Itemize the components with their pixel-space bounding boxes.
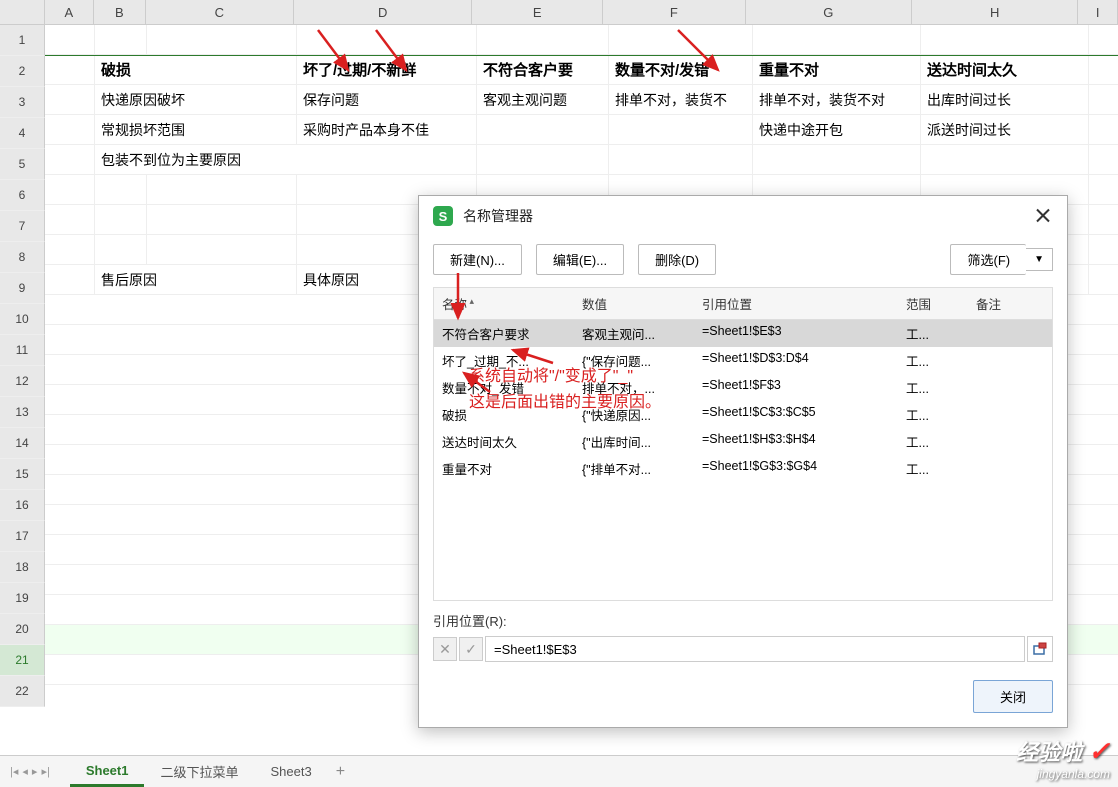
- ref-cancel-icon[interactable]: ✕: [433, 637, 457, 661]
- row-header-13[interactable]: 13: [0, 397, 45, 428]
- col-header-I[interactable]: I: [1078, 0, 1118, 24]
- sheet-tab-2[interactable]: 二级下拉菜单: [144, 756, 254, 787]
- sheet-tab-3[interactable]: Sheet3: [255, 758, 328, 785]
- sheet-tabs-bar: |◂ ◂ ▸ ▸| Sheet1 二级下拉菜单 Sheet3 +: [0, 755, 1118, 787]
- row-header-8[interactable]: 8: [0, 242, 45, 273]
- ref-confirm-icon[interactable]: ✓: [459, 637, 483, 661]
- cell-D2: 坏了/过期/不新鲜: [297, 56, 477, 84]
- cell-B4: 常规损坏范围: [95, 115, 297, 144]
- table-row[interactable]: 送达时间太久{"出库时间...=Sheet1!$H$3:$H$4工...: [434, 428, 1052, 455]
- dialog-title: 名称管理器: [463, 206, 1033, 226]
- row-header-7[interactable]: 7: [0, 211, 45, 242]
- cell-D4: 采购时产品本身不佳: [297, 115, 477, 144]
- table-row[interactable]: 破损{"快递原因...=Sheet1!$C$3:$C$5工...: [434, 401, 1052, 428]
- row-header-12[interactable]: 12: [0, 366, 45, 397]
- col-header-G[interactable]: G: [746, 0, 912, 24]
- th-scope[interactable]: 范围: [898, 288, 968, 319]
- cell-B5: 包装不到位为主要原因: [95, 145, 477, 174]
- cell-G3: 排单不对，装货不对: [753, 85, 921, 114]
- tab-nav: |◂ ◂ ▸ ▸|: [10, 765, 50, 778]
- cell-D3: 保存问题: [297, 85, 477, 114]
- col-header-H[interactable]: H: [912, 0, 1078, 24]
- cell-B9: 售后原因: [95, 265, 297, 294]
- col-header-A[interactable]: A: [45, 0, 95, 24]
- row-header-18[interactable]: 18: [0, 552, 45, 583]
- row-header-2[interactable]: 2: [0, 56, 45, 87]
- names-tbody: 不符合客户要求客观主观问...=Sheet1!$E$3工... 坏了_过期_不.…: [434, 320, 1052, 482]
- row-header-1[interactable]: 1: [0, 25, 45, 56]
- row-header-15[interactable]: 15: [0, 459, 45, 490]
- table-row[interactable]: 坏了_过期_不...{"保存问题...=Sheet1!$D$3:D$4工...: [434, 347, 1052, 374]
- tab-last-icon[interactable]: ▸|: [41, 765, 49, 778]
- close-button[interactable]: 关闭: [973, 680, 1053, 713]
- wps-logo-icon: S: [433, 206, 453, 226]
- col-header-E[interactable]: E: [472, 0, 603, 24]
- row-header-5[interactable]: 5: [0, 149, 45, 180]
- th-name[interactable]: 名称: [434, 288, 574, 319]
- dialog-titlebar[interactable]: S 名称管理器: [419, 196, 1067, 236]
- cell-F3: 排单不对，装货不: [609, 85, 753, 114]
- cell-B2: 破损: [95, 56, 297, 84]
- row-header-11[interactable]: 11: [0, 335, 45, 366]
- range-picker-icon[interactable]: [1027, 636, 1053, 662]
- col-header-C[interactable]: C: [146, 0, 295, 24]
- chevron-down-icon[interactable]: ▼: [1026, 248, 1053, 271]
- tab-next-icon[interactable]: ▸: [32, 765, 38, 778]
- edit-button[interactable]: 编辑(E)...: [536, 244, 624, 275]
- row-header-20[interactable]: 20: [0, 614, 45, 645]
- cell-E3: 客观主观问题: [477, 85, 609, 114]
- cell-G4: 快递中途开包: [753, 115, 921, 144]
- ref-input[interactable]: [485, 636, 1025, 662]
- cell-G2: 重量不对: [753, 56, 921, 84]
- table-row[interactable]: 重量不对{"排单不对...=Sheet1!$G$3:$G$4工...: [434, 455, 1052, 482]
- cell-H4: 派送时间过长: [921, 115, 1089, 144]
- select-all-corner[interactable]: [0, 0, 45, 24]
- watermark: 经验啦 ✓ jingyanla.com: [1016, 735, 1110, 781]
- table-row[interactable]: 不符合客户要求客观主观问...=Sheet1!$E$3工...: [434, 320, 1052, 347]
- table-row[interactable]: 数量不对_发错排单不对，...=Sheet1!$F$3工...: [434, 374, 1052, 401]
- sheet-tab-1[interactable]: Sheet1: [70, 757, 145, 787]
- cell-E2: 不符合客户要: [477, 56, 609, 84]
- col-header-F[interactable]: F: [603, 0, 746, 24]
- row-headers: 1 2 3 4 5 6 7 8 9 10 11 12 13 14 15 16 1…: [0, 25, 45, 707]
- close-icon[interactable]: [1033, 206, 1053, 226]
- column-headers: A B C D E F G H I: [0, 0, 1118, 25]
- names-table: 名称 数值 引用位置 范围 备注 不符合客户要求客观主观问...=Sheet1!…: [433, 287, 1053, 601]
- row-header-19[interactable]: 19: [0, 583, 45, 614]
- name-manager-dialog: S 名称管理器 新建(N)... 编辑(E)... 删除(D) 筛选(F) ▼ …: [418, 195, 1068, 728]
- tab-prev-icon[interactable]: ◂: [22, 765, 28, 778]
- cell-B3: 快递原因破坏: [95, 85, 297, 114]
- row-header-6[interactable]: 6: [0, 180, 45, 211]
- row-header-9[interactable]: 9: [0, 273, 45, 304]
- delete-button[interactable]: 删除(D): [638, 244, 716, 275]
- row-header-22[interactable]: 22: [0, 676, 45, 707]
- filter-dropdown[interactable]: 筛选(F) ▼: [950, 244, 1053, 275]
- row-header-17[interactable]: 17: [0, 521, 45, 552]
- row-header-10[interactable]: 10: [0, 304, 45, 335]
- row-header-21[interactable]: 21: [0, 645, 45, 676]
- new-button[interactable]: 新建(N)...: [433, 244, 522, 275]
- th-ref[interactable]: 引用位置: [694, 288, 898, 319]
- col-header-D[interactable]: D: [294, 0, 472, 24]
- col-header-B[interactable]: B: [94, 0, 146, 24]
- cell-H2: 送达时间太久: [921, 56, 1089, 84]
- th-value[interactable]: 数值: [574, 288, 694, 319]
- cell-F2: 数量不对/发错: [609, 56, 753, 84]
- row-header-3[interactable]: 3: [0, 87, 45, 118]
- row-header-4[interactable]: 4: [0, 118, 45, 149]
- ref-label: 引用位置(R):: [433, 611, 1053, 630]
- filter-button-label[interactable]: 筛选(F): [950, 244, 1026, 275]
- add-sheet-icon[interactable]: +: [336, 763, 345, 781]
- th-note[interactable]: 备注: [968, 288, 1052, 319]
- row-header-16[interactable]: 16: [0, 490, 45, 521]
- tab-first-icon[interactable]: |◂: [10, 765, 18, 778]
- row-header-14[interactable]: 14: [0, 428, 45, 459]
- cell-H3: 出库时间过长: [921, 85, 1089, 114]
